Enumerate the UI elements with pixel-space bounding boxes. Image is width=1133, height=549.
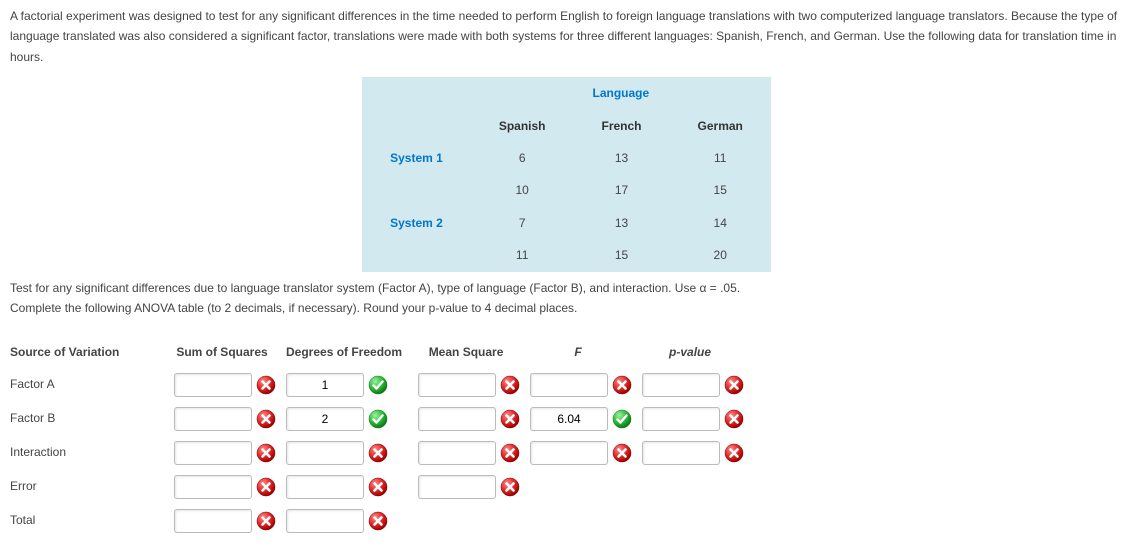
cell: 7 <box>471 207 574 239</box>
cell: 11 <box>471 239 574 271</box>
ms-input[interactable] <box>418 441 496 465</box>
f-input[interactable] <box>530 407 608 431</box>
col-german: German <box>670 110 771 142</box>
ss-input[interactable] <box>174 407 252 431</box>
incorrect-icon <box>368 443 388 463</box>
anova-row: Factor A <box>10 373 754 397</box>
p-input[interactable] <box>642 441 720 465</box>
cell: 10 <box>471 174 574 206</box>
ss-input[interactable] <box>174 441 252 465</box>
incorrect-icon <box>724 443 744 463</box>
cell: 11 <box>670 142 771 174</box>
anova-h-df: Degrees of Freedom <box>286 342 418 362</box>
p-input[interactable] <box>642 373 720 397</box>
anova-row: Interaction <box>10 441 754 465</box>
test-instruction: Test for any significant differences due… <box>10 278 1123 298</box>
ss-input[interactable] <box>174 509 252 533</box>
correct-icon <box>612 409 632 429</box>
data-table-container: Language Spanish French German System 1 … <box>10 77 1123 271</box>
anova-h-ms: Mean Square <box>418 342 530 362</box>
incorrect-icon <box>256 477 276 497</box>
f-input[interactable] <box>530 373 608 397</box>
incorrect-icon <box>500 409 520 429</box>
incorrect-icon <box>612 375 632 395</box>
cell: 6 <box>471 142 574 174</box>
incorrect-icon <box>256 409 276 429</box>
language-super-header: Language <box>471 77 771 109</box>
ms-input[interactable] <box>418 373 496 397</box>
incorrect-icon <box>724 409 744 429</box>
row-system2: System 2 <box>362 207 471 239</box>
incorrect-icon <box>256 443 276 463</box>
incorrect-icon <box>368 477 388 497</box>
intro-text: A factorial experiment was designed to t… <box>10 6 1123 67</box>
p-input[interactable] <box>642 407 720 431</box>
anova-row: Error <box>10 475 754 499</box>
anova-h-ss: Sum of Squares <box>174 342 286 362</box>
anova-row-label: Total <box>10 510 164 530</box>
ss-input[interactable] <box>174 373 252 397</box>
anova-h-p: p-value <box>642 342 754 362</box>
cell: 15 <box>670 174 771 206</box>
df-input[interactable] <box>286 441 364 465</box>
df-input[interactable] <box>286 475 364 499</box>
f-input[interactable] <box>530 441 608 465</box>
row-system1: System 1 <box>362 142 471 174</box>
cell: 13 <box>574 207 670 239</box>
col-spanish: Spanish <box>471 110 574 142</box>
df-input[interactable] <box>286 407 364 431</box>
anova-row-label: Factor B <box>10 408 164 428</box>
anova-table: Source of Variation Sum of Squares Degre… <box>10 332 754 542</box>
anova-row-label: Factor A <box>10 374 164 394</box>
incorrect-icon <box>724 375 744 395</box>
ms-input[interactable] <box>418 475 496 499</box>
incorrect-icon <box>500 375 520 395</box>
anova-h-f: F <box>530 342 642 362</box>
incorrect-icon <box>500 443 520 463</box>
col-french: French <box>574 110 670 142</box>
df-input[interactable] <box>286 509 364 533</box>
incorrect-icon <box>256 375 276 395</box>
incorrect-icon <box>368 511 388 531</box>
df-input[interactable] <box>286 373 364 397</box>
data-table: Language Spanish French German System 1 … <box>362 77 771 271</box>
anova-row-label: Error <box>10 476 164 496</box>
ss-input[interactable] <box>174 475 252 499</box>
anova-row: Factor B <box>10 407 754 431</box>
anova-row: Total <box>10 509 754 533</box>
cell: 17 <box>574 174 670 206</box>
anova-h-source: Source of Variation <box>10 342 174 362</box>
incorrect-icon <box>256 511 276 531</box>
correct-icon <box>368 409 388 429</box>
incorrect-icon <box>612 443 632 463</box>
complete-instruction: Complete the following ANOVA table (to 2… <box>10 298 1123 318</box>
ms-input[interactable] <box>418 407 496 431</box>
cell: 14 <box>670 207 771 239</box>
cell: 13 <box>574 142 670 174</box>
cell: 20 <box>670 239 771 271</box>
anova-row-label: Interaction <box>10 442 164 462</box>
correct-icon <box>368 375 388 395</box>
cell: 15 <box>574 239 670 271</box>
incorrect-icon <box>500 477 520 497</box>
